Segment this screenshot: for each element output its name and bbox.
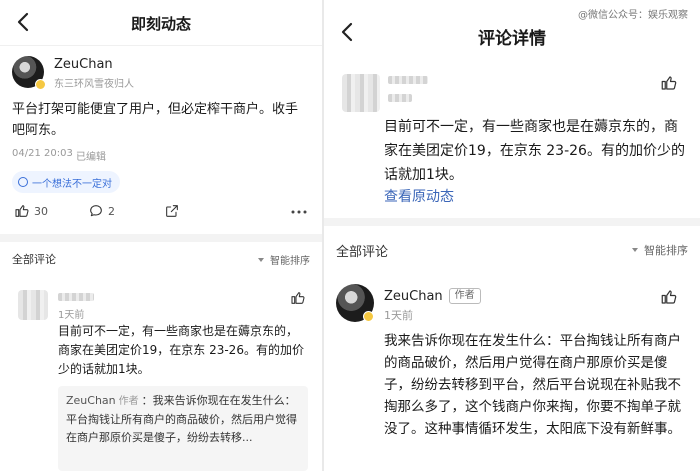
reply-author-tag: 作者: [118, 396, 139, 407]
commenter-time-blurred: [388, 94, 412, 102]
comments-header: 全部评论: [12, 253, 56, 266]
sort-caret-icon: [632, 248, 638, 252]
comment-time: 1天前: [58, 310, 85, 321]
nav-bar: 即刻动态: [0, 0, 322, 46]
sort-caret-icon: [258, 257, 264, 262]
commenter-avatar[interactable]: [342, 74, 380, 112]
reply-text: 我来告诉你现在在发生什么：平台掏钱让所有商户的商品破价，然后用户觉得在商户那原价…: [384, 333, 681, 437]
nav-bar: 评论详情 @微信公众号：娱乐观察: [324, 0, 700, 68]
page-title: 评论详情: [478, 29, 546, 49]
share-icon[interactable]: [164, 203, 180, 219]
comment-text: 目前可不一定，有一些商家也是在薅京东的，商家在美团定价19，在京东 23-26。…: [384, 119, 685, 183]
post-panel: 即刻动态 ZeuChan 东三环风雪夜归人 平台打架可能便宜了用户，但必定榨干商…: [0, 0, 322, 471]
comment-icon: [90, 205, 102, 217]
section-divider: [0, 234, 322, 242]
more-icon[interactable]: [290, 204, 308, 220]
comment-detail-panel: 评论详情 @微信公众号：娱乐观察 目前可不一定，有一些商家也是在薅京东的，商家在…: [324, 0, 700, 471]
action-bar: 30 2: [0, 200, 322, 224]
author-name[interactable]: ZeuChan: [54, 57, 113, 72]
comment-like-icon[interactable]: [290, 290, 306, 306]
thumbs-up-icon: [15, 205, 29, 217]
reply-author: ZeuChan: [66, 394, 116, 407]
comment-text: 目前可不一定，有一些商家也是在薅京东的，商家在美团定价19，在京东 23-26。…: [58, 324, 304, 376]
opinion-icon: [18, 177, 28, 187]
reply-author-name: ZeuChan: [384, 289, 443, 304]
author-tag: 作者: [448, 288, 481, 304]
reply-author[interactable]: ZeuChan 作者: [384, 288, 481, 304]
view-original-link[interactable]: 查看原动态: [384, 186, 454, 206]
post-text: 平台打架可能便宜了用户，但必定榨干商户。收手吧阿东。: [12, 102, 299, 138]
reply-preview[interactable]: ZeuChan 作者 ：我来告诉你现在在发生什么：平台掏钱让所有商户的商品破价，然后…: [58, 386, 308, 471]
sort-dropdown[interactable]: 智能排序: [632, 242, 688, 258]
reply-time: 1天前: [384, 309, 413, 322]
post-time: 04/21 20:03: [12, 148, 73, 159]
page-title: 即刻动态: [130, 15, 191, 33]
sort-label: 智能排序: [270, 256, 310, 267]
comment-button[interactable]: 2: [88, 203, 115, 219]
commenter-name-blurred: [58, 293, 94, 301]
like-count: 30: [34, 204, 48, 218]
sort-label: 智能排序: [644, 244, 688, 257]
reply-like-icon[interactable]: [660, 288, 678, 306]
commenter-name-blurred: [388, 76, 428, 84]
comments-header: 全部评论: [336, 245, 389, 260]
section-divider: [324, 218, 700, 226]
opinion-tag[interactable]: 一个想法不一定对: [12, 171, 120, 193]
commenter-avatar[interactable]: [18, 290, 48, 320]
verified-badge-icon: [363, 311, 374, 322]
comment-count: 2: [108, 204, 115, 218]
sort-dropdown[interactable]: 智能排序: [258, 252, 310, 267]
comment-like-icon[interactable]: [660, 74, 678, 92]
author-bio: 东三环风雪夜归人: [54, 79, 134, 90]
watermark: @微信公众号：娱乐观察: [578, 10, 688, 21]
like-button[interactable]: 30: [14, 203, 48, 219]
opinion-label: 一个想法不一定对: [32, 178, 112, 190]
verified-badge-icon: [35, 79, 46, 90]
edited-label: 已编辑: [76, 152, 106, 163]
